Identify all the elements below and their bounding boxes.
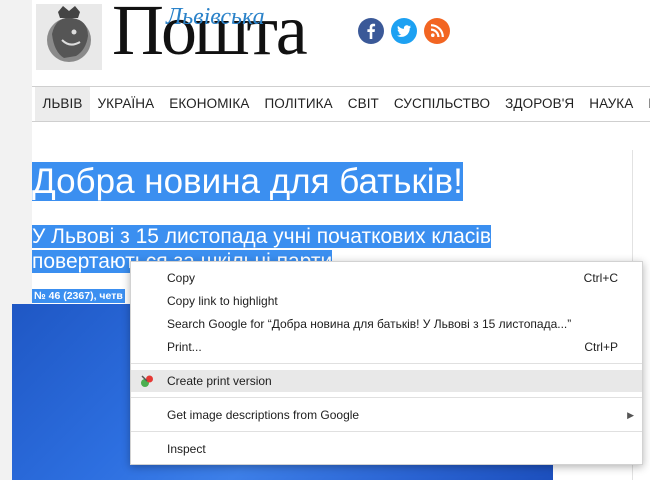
facebook-icon[interactable] bbox=[358, 18, 384, 44]
menu-item-image-descriptions[interactable]: Get image descriptions from Google ▶ bbox=[131, 404, 642, 426]
menu-item-copy-link[interactable]: Copy link to highlight bbox=[131, 290, 642, 312]
main-nav: ЛЬВІВ УКРАЇНА ЕКОНОМІКА ПОЛІТИКА СВІТ СУ… bbox=[32, 86, 650, 122]
twitter-icon[interactable] bbox=[391, 18, 417, 44]
menu-item-inspect[interactable]: Inspect bbox=[131, 438, 642, 460]
menu-item-label: Search Google for “Добра новина для бать… bbox=[167, 317, 572, 331]
menu-item-search-google[interactable]: Search Google for “Добра новина для бать… bbox=[131, 313, 642, 335]
menu-item-label: Copy link to highlight bbox=[167, 294, 278, 308]
menu-item-print[interactable]: Print... Ctrl+P bbox=[131, 336, 642, 358]
menu-item-label: Create print version bbox=[167, 374, 272, 388]
menu-separator bbox=[131, 363, 642, 364]
context-menu: Copy Ctrl+C Copy link to highlight Searc… bbox=[130, 261, 643, 465]
menu-item-label: Inspect bbox=[167, 442, 206, 456]
nav-item-world[interactable]: СВІТ bbox=[340, 87, 386, 121]
nav-item-politics[interactable]: ПОЛІТИКА bbox=[257, 87, 340, 121]
lion-emblem-logo[interactable] bbox=[36, 4, 102, 70]
print-friendly-icon bbox=[139, 373, 155, 389]
menu-item-label: Print... bbox=[167, 340, 202, 354]
nav-item-health[interactable]: ЗДОРОВ'Я bbox=[498, 87, 582, 121]
menu-item-label: Copy bbox=[167, 271, 196, 285]
nav-item-science[interactable]: НАУКА bbox=[582, 87, 641, 121]
brand-subtitle[interactable]: Львівська bbox=[166, 4, 265, 31]
submenu-arrow-icon: ▶ bbox=[627, 410, 634, 420]
menu-separator bbox=[131, 431, 642, 432]
nav-item-ukraine[interactable]: УКРАЇНА bbox=[90, 87, 162, 121]
headline-text[interactable]: Добра новина для батьків! bbox=[32, 162, 463, 201]
menu-separator bbox=[131, 397, 642, 398]
nav-item-economy[interactable]: ЕКОНОМІКА bbox=[162, 87, 257, 121]
article-headline[interactable]: Добра новина для батьків! bbox=[32, 160, 532, 204]
article-meta: № 46 (2367), четв bbox=[32, 289, 125, 303]
rss-icon[interactable] bbox=[424, 18, 450, 44]
menu-item-shortcut: Ctrl+P bbox=[584, 340, 618, 354]
menu-item-shortcut: Ctrl+C bbox=[583, 271, 618, 285]
nav-item-culture[interactable]: КУЛ bbox=[641, 87, 650, 121]
nav-item-lviv[interactable]: ЛЬВІВ bbox=[35, 87, 90, 121]
menu-item-label: Get image descriptions from Google bbox=[167, 408, 360, 422]
menu-item-print-version[interactable]: Create print version bbox=[131, 370, 642, 392]
menu-item-copy[interactable]: Copy Ctrl+C bbox=[131, 267, 642, 289]
nav-item-society[interactable]: СУСПІЛЬСТВО bbox=[386, 87, 497, 121]
